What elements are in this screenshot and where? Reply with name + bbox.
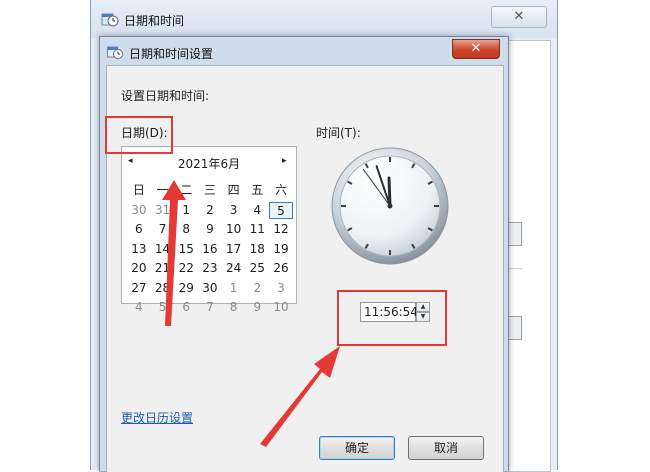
annotation-box-time	[337, 290, 447, 346]
calendar-day[interactable]: 4	[245, 202, 269, 219]
calendar-day[interactable]: 25	[245, 260, 269, 277]
weekday-label: 六	[274, 183, 287, 198]
calendar-day[interactable]: 20	[127, 260, 151, 277]
calendar-grid: 日一二三四五六 30 31 1 2 3 4 5 6 7 8 9 10 11 12 13 14 15 16 17 18 19…	[127, 181, 293, 318]
calendar-clock-icon	[107, 44, 123, 60]
calendar-day[interactable]: 27	[127, 280, 151, 297]
weekday-label: 日	[132, 183, 145, 198]
calendar-day[interactable]: 15	[174, 241, 198, 258]
calendar-week-row: 4 5 6 7 8 9 10	[127, 298, 293, 318]
calendar-day[interactable]: 1	[222, 280, 246, 297]
calendar-day[interactable]: 30	[198, 280, 222, 297]
calendar-day[interactable]: 23	[198, 260, 222, 277]
calendar-day[interactable]: 21	[151, 260, 175, 277]
calendar-week-row: 27 28 29 30 1 2 3	[127, 279, 293, 299]
weekday-label: 一	[156, 183, 169, 198]
calendar-week-row: 20 21 22 23 24 25 26	[127, 259, 293, 279]
calendar-day[interactable]: 18	[245, 241, 269, 258]
calendar-month-title[interactable]: 2021年6月	[122, 155, 296, 172]
calendar-day[interactable]: 2	[198, 202, 222, 219]
calendar-day[interactable]: 3	[269, 280, 293, 297]
calendar-day[interactable]: 1	[174, 202, 198, 219]
outer-close-button[interactable]: ✕	[491, 6, 547, 28]
section-label: 设置日期和时间:	[121, 89, 210, 103]
next-month-icon[interactable]: ▸	[282, 156, 287, 166]
calendar-day[interactable]: 31	[151, 202, 175, 219]
weekday-label: 三	[203, 183, 216, 198]
calendar-day[interactable]: 17	[222, 241, 246, 258]
calendar-day[interactable]: 30	[127, 202, 151, 219]
calendar-day[interactable]: 29	[174, 280, 198, 297]
analog-clock	[331, 147, 449, 265]
annotation-box-date	[105, 116, 173, 154]
calendar-day[interactable]: 12	[269, 221, 293, 238]
calendar-day[interactable]: 8	[174, 221, 198, 238]
outer-titlebar: 日期和时间 ✕	[91, 0, 557, 38]
outer-window-title: 日期和时间	[124, 14, 185, 28]
calendar-day[interactable]: 22	[174, 260, 198, 277]
weekday-label: 二	[180, 183, 193, 198]
calendar-day[interactable]: 10	[269, 299, 293, 316]
calendar-day[interactable]: 28	[151, 280, 175, 297]
outer-separator	[508, 268, 522, 269]
weekday-label: 五	[251, 183, 264, 198]
cancel-button[interactable]: 取消	[408, 436, 484, 460]
change-calendar-settings-link[interactable]: 更改日历设置	[121, 409, 193, 426]
calendar-day[interactable]: 3	[222, 202, 246, 219]
calendar-day[interactable]: 7	[198, 299, 222, 316]
calendar-day[interactable]: 24	[222, 260, 246, 277]
ok-button[interactable]: 确定	[319, 436, 395, 460]
calendar-day[interactable]: 16	[198, 241, 222, 258]
clock-center-pin	[387, 203, 393, 209]
weekday-label: 四	[227, 183, 240, 198]
calendar-day[interactable]: 13	[127, 241, 151, 258]
calendar-day[interactable]: 14	[151, 241, 175, 258]
calendar-day[interactable]: 10	[222, 221, 246, 238]
calendar-day-selected[interactable]: 5	[269, 201, 293, 219]
weekday-header: 日一二三四五六	[127, 181, 293, 201]
calendar-week-row: 13 14 15 16 17 18 19	[127, 240, 293, 260]
calendar-day[interactable]: 7	[151, 221, 175, 238]
calendar-day[interactable]: 6	[127, 221, 151, 238]
dialog-close-button[interactable]: ✕	[452, 39, 500, 59]
calendar-day[interactable]: 9	[245, 299, 269, 316]
calendar-day[interactable]: 26	[269, 260, 293, 277]
calendar-week-row: 30 31 1 2 3 4 5	[127, 201, 293, 221]
time-label: 时间(T):	[316, 126, 361, 140]
calendar-day[interactable]: 2	[245, 280, 269, 297]
date-calendar[interactable]: ◂ 2021年6月 ▸ 日一二三四五六 30 31 1 2 3 4 5 6 7 8 9 10 11 12 13…	[121, 146, 297, 314]
calendar-day[interactable]: 19	[269, 241, 293, 258]
calendar-day[interactable]: 8	[222, 299, 246, 316]
clock-icon	[101, 10, 119, 28]
calendar-day[interactable]: 4	[127, 299, 151, 316]
calendar-day[interactable]: 6	[174, 299, 198, 316]
calendar-week-row: 6 7 8 9 10 11 12	[127, 220, 293, 240]
calendar-day[interactable]: 11	[245, 221, 269, 238]
calendar-day[interactable]: 5	[151, 299, 175, 316]
dialog-titlebar: 日期和时间设置 ✕	[100, 37, 508, 65]
calendar-day[interactable]: 9	[198, 221, 222, 238]
dialog-title: 日期和时间设置	[129, 47, 214, 61]
